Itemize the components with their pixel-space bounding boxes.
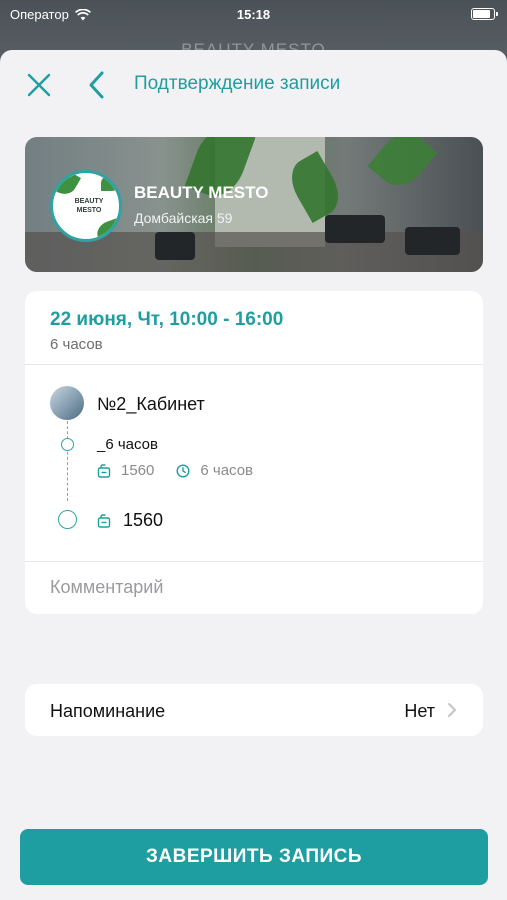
reminder-value: Нет bbox=[404, 701, 435, 721]
price-tag-icon bbox=[97, 513, 111, 528]
room-avatar bbox=[50, 386, 84, 420]
booking-duration: 6 часов bbox=[50, 336, 103, 353]
battery-icon bbox=[471, 8, 498, 20]
venue-name: BEAUTY MESTO bbox=[134, 183, 269, 202]
comment-input[interactable]: Комментарий bbox=[50, 577, 163, 598]
service-duration: 6 часов bbox=[200, 462, 254, 479]
finish-booking-button[interactable]: ЗАВЕРШИТЬ ЗАПИСЬ bbox=[20, 829, 488, 885]
room-name: №2_Кабинет bbox=[97, 394, 205, 414]
logo-leaf bbox=[53, 173, 81, 199]
status-right bbox=[471, 8, 498, 20]
reminder-label: Напоминание bbox=[50, 701, 166, 721]
status-bar: Оператор 15:18 bbox=[0, 0, 507, 30]
service-meta: 1560 6 часов bbox=[97, 462, 253, 479]
service-name: _6 часов bbox=[97, 436, 158, 453]
timeline-dot-total bbox=[58, 510, 77, 529]
divider bbox=[25, 364, 483, 365]
timeline-line bbox=[67, 421, 68, 501]
venue-banner[interactable]: BEAUTY MESTO BEAUTY MESTO Домбайская 59 bbox=[25, 137, 483, 272]
status-time: 15:18 bbox=[236, 7, 271, 22]
service-price: 1560 bbox=[121, 462, 155, 479]
divider bbox=[25, 561, 483, 562]
chevron-right-icon bbox=[448, 703, 456, 717]
venue-logo: BEAUTY MESTO bbox=[50, 170, 122, 242]
price-tag-icon bbox=[97, 463, 111, 478]
close-icon[interactable] bbox=[26, 72, 52, 98]
back-chevron-icon[interactable] bbox=[86, 70, 108, 100]
booking-total: 1560 bbox=[97, 510, 163, 531]
total-price: 1560 bbox=[123, 510, 164, 530]
clock-icon bbox=[176, 463, 190, 478]
venue-address: Домбайская 59 bbox=[134, 210, 233, 226]
logo-text: BEAUTY MESTO bbox=[74, 198, 104, 214]
logo-leaf bbox=[94, 216, 119, 239]
booking-datetime: 22 июня, Чт, 10:00 - 16:00 bbox=[50, 309, 284, 330]
booking-sheet: Подтверждение записи BEAUTY MESTO BEAUTY… bbox=[0, 50, 507, 900]
nav-bar: Подтверждение записи bbox=[0, 50, 507, 118]
timeline-dot-service bbox=[61, 438, 74, 451]
reminder-row[interactable]: Напоминание Нет bbox=[25, 684, 483, 736]
logo-leaf bbox=[101, 175, 119, 191]
booking-details-card: 22 июня, Чт, 10:00 - 16:00 6 часов №2_Ка… bbox=[25, 291, 483, 614]
page-title: Подтверждение записи bbox=[134, 73, 341, 94]
